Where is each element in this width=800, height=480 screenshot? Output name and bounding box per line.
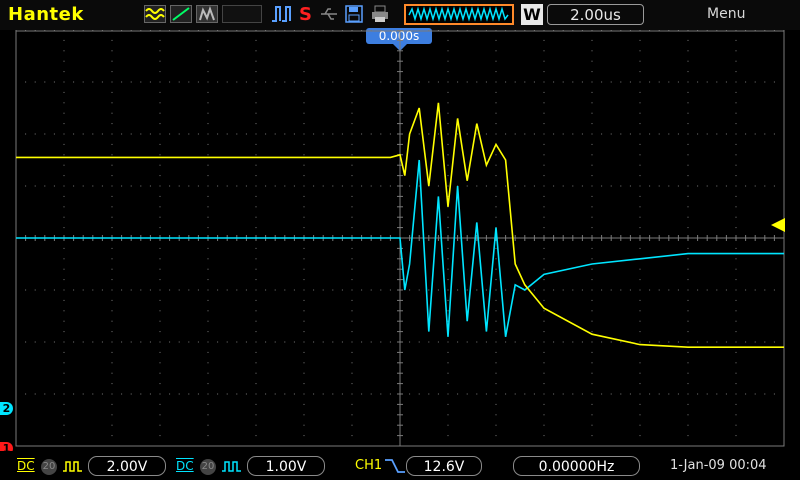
printer-icon[interactable]	[370, 5, 390, 23]
acquire-normal-icon[interactable]	[144, 5, 166, 23]
date-time: 1-Jan-09 00:04	[670, 458, 767, 473]
menu-button[interactable]: Menu	[707, 6, 745, 22]
rising-edge-icon	[385, 459, 405, 473]
ch2-volts-div[interactable]: 1.00V	[247, 456, 325, 476]
ch2-coupling[interactable]: DC	[176, 459, 194, 473]
top-toolbar: Hantek S W 2.00us Menu	[0, 0, 800, 30]
trigger-source[interactable]: CH1	[355, 458, 382, 473]
usb-icon	[320, 5, 338, 23]
memory-waveform-icon[interactable]	[404, 4, 514, 25]
ch1-bandwidth-limit[interactable]: 20	[41, 459, 57, 475]
ch1-probe-icon	[63, 461, 82, 472]
ch2-bandwidth-limit[interactable]: 20	[200, 459, 216, 475]
acquire-average-icon[interactable]	[196, 5, 218, 23]
acquire-peak-icon[interactable]	[170, 5, 192, 23]
trigger-level-display[interactable]: 12.6V	[406, 456, 482, 476]
window-mode-button[interactable]: W	[521, 4, 543, 25]
memory-depth-box	[222, 5, 262, 23]
trigger-edge-icon[interactable]	[270, 5, 292, 23]
brand-logo: Hantek	[8, 4, 84, 25]
ch2-ground-marker[interactable]: 2	[0, 402, 13, 415]
save-disk-icon[interactable]	[344, 5, 364, 23]
ch2-probe-icon	[222, 461, 241, 472]
timebase-display[interactable]: 2.00us	[547, 4, 644, 25]
frequency-counter: 0.00000Hz	[513, 456, 640, 476]
run-state-indicator[interactable]: S	[299, 4, 312, 25]
ch1-coupling[interactable]: DC	[17, 459, 35, 473]
waveform-display[interactable]	[0, 30, 800, 451]
ch1-volts-div[interactable]: 2.00V	[88, 456, 166, 476]
trigger-level-marker[interactable]	[770, 218, 786, 234]
